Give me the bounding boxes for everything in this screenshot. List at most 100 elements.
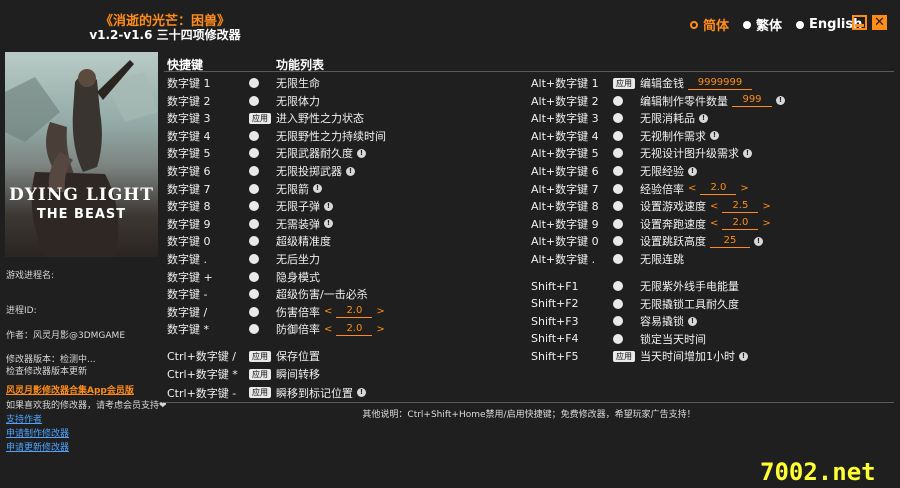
support-author-link[interactable]: 支持作者 [6,412,42,425]
apply-button[interactable]: 应用 [249,387,271,399]
hotkey-label: 数字键 8 [167,200,211,214]
decrease-arrow[interactable]: < [710,201,718,212]
hotkey-label: Alt+数字键 9 [531,217,599,231]
toggle-button[interactable] [249,130,259,141]
app-member-link[interactable]: 风灵月影修改器合集App会员版 [6,383,134,396]
toggle-button[interactable] [613,236,623,247]
toggle-button[interactable] [613,333,623,344]
toggle-wrap [613,236,623,247]
minimize-button[interactable] [852,15,867,30]
toggle-button[interactable] [249,271,259,282]
toggle-button[interactable] [613,281,623,291]
cheat-row: Alt+数字键 8 设置游戏速度 <2.5 > [531,198,891,214]
cheat-row: Alt+数字键 5 无视设计图升级需求! [531,145,891,161]
feature-label: 编辑制作零件数量 [640,94,728,108]
toggle-button[interactable] [249,78,259,88]
hotkey-label: 数字键 9 [167,217,211,231]
toggle-button[interactable] [613,218,623,229]
cheat-row: 数字键 + 隐身模式 [167,269,527,285]
value-input[interactable]: 999 [732,94,772,108]
toggle-button[interactable] [249,166,259,176]
feature-label: 锁定当天时间 [640,332,706,346]
close-button[interactable]: ✕ [872,15,887,30]
value-input[interactable]: 2.0 [700,182,737,196]
warning-icon: ! [754,236,763,246]
hotkey-label: 数字键 - [167,288,208,302]
toggle-button[interactable] [613,113,623,124]
apply-button[interactable]: 应用 [249,112,271,124]
value-input[interactable]: 2.0 [336,305,373,319]
toggle-button[interactable] [249,324,259,335]
toggle-wrap [613,130,623,141]
increase-arrow[interactable]: > [740,183,748,194]
cheat-row: 数字键 - 超级伤害/一击必杀 [167,286,527,302]
check-update-link[interactable]: 检查修改器版本更新 [6,364,87,377]
warning-icon: ! [739,351,748,361]
value-input[interactable]: 25 [710,235,750,248]
hotkey-label: 数字键 4 [167,129,211,143]
cheat-row: Alt+数字键 3 无限消耗品! [531,110,891,126]
toggle-button[interactable] [613,130,623,141]
toggle-wrap [249,78,259,88]
warning-icon: ! [699,113,708,123]
value-input[interactable]: 2.0 [336,323,373,336]
value-input[interactable]: 2.0 [722,217,759,231]
toggle-button[interactable] [249,201,259,212]
cheat-row: 数字键 4 无限野性之力持续时间 [167,128,527,144]
lang-traditional[interactable]: 繁体 [743,15,782,34]
toggle-button[interactable] [613,148,623,159]
value-input[interactable]: 9999999 [688,77,752,90]
feature-label: 无限消耗品 [640,112,695,126]
increase-arrow[interactable]: > [762,218,770,229]
toggle-button[interactable] [249,183,259,194]
feature-label: 无限武器耐久度 [276,147,353,161]
feature-label: 隐身模式 [276,270,320,284]
feature-label: 无限连跳 [640,253,684,266]
toggle-button[interactable] [249,218,259,229]
toggle-button[interactable] [249,148,259,159]
cheat-row: Shift+F2 无限撬锁工具耐久度 [531,296,891,312]
decrease-arrow[interactable]: < [324,324,332,335]
toggle-button[interactable] [613,254,623,264]
increase-arrow[interactable]: > [762,201,770,212]
increase-arrow[interactable]: > [376,306,384,317]
apply-button[interactable]: 应用 [249,368,271,380]
decrease-arrow[interactable]: < [324,306,332,317]
cheat-row: 数字键 0 超级精准度 [167,233,527,249]
increase-arrow[interactable]: > [376,324,384,335]
toggle-wrap [613,95,623,106]
hotkey-label: Ctrl+数字键 - [167,386,237,400]
feature-label: 无限野性之力持续时间 [276,129,386,143]
apply-button[interactable]: 应用 [613,77,635,89]
toggle-button[interactable] [249,289,259,300]
toggle-button[interactable] [613,95,623,106]
toggle-wrap [249,271,259,282]
value-input[interactable]: 2.5 [722,200,759,213]
cheat-row: Alt+数字键 2 编辑制作零件数量 999! [531,93,891,109]
toggle-button[interactable] [249,236,259,247]
apply-button[interactable]: 应用 [249,350,271,362]
apply-button[interactable]: 应用 [613,350,635,362]
toggle-button[interactable] [613,166,623,176]
decrease-arrow[interactable]: < [688,183,696,194]
toggle-wrap [613,281,623,291]
toggle-button[interactable] [249,95,259,106]
cheat-row: Shift+F5 应用 当天时间增加1小时! [531,348,891,364]
decrease-arrow[interactable]: < [710,218,718,229]
warning-icon: ! [357,388,366,398]
hotkey-label: Alt+数字键 3 [531,112,599,126]
toggle-button[interactable] [613,316,623,327]
request-update-link[interactable]: 申请更新修改器 [6,440,69,453]
radio-icon [743,20,752,29]
feature-label: 无视制作需求 [640,129,706,143]
lang-simplified[interactable]: 简体 [690,15,729,34]
toggle-button[interactable] [613,298,623,309]
request-trainer-link[interactable]: 申请制作修改器 [6,426,69,439]
toggle-button[interactable] [613,183,623,194]
toggle-button[interactable] [249,254,259,264]
toggle-button[interactable] [613,201,623,212]
toggle-button[interactable] [249,306,259,317]
toggle-wrap [613,254,623,264]
warning-icon: ! [324,219,333,229]
hotkey-label: Shift+F5 [531,349,579,363]
